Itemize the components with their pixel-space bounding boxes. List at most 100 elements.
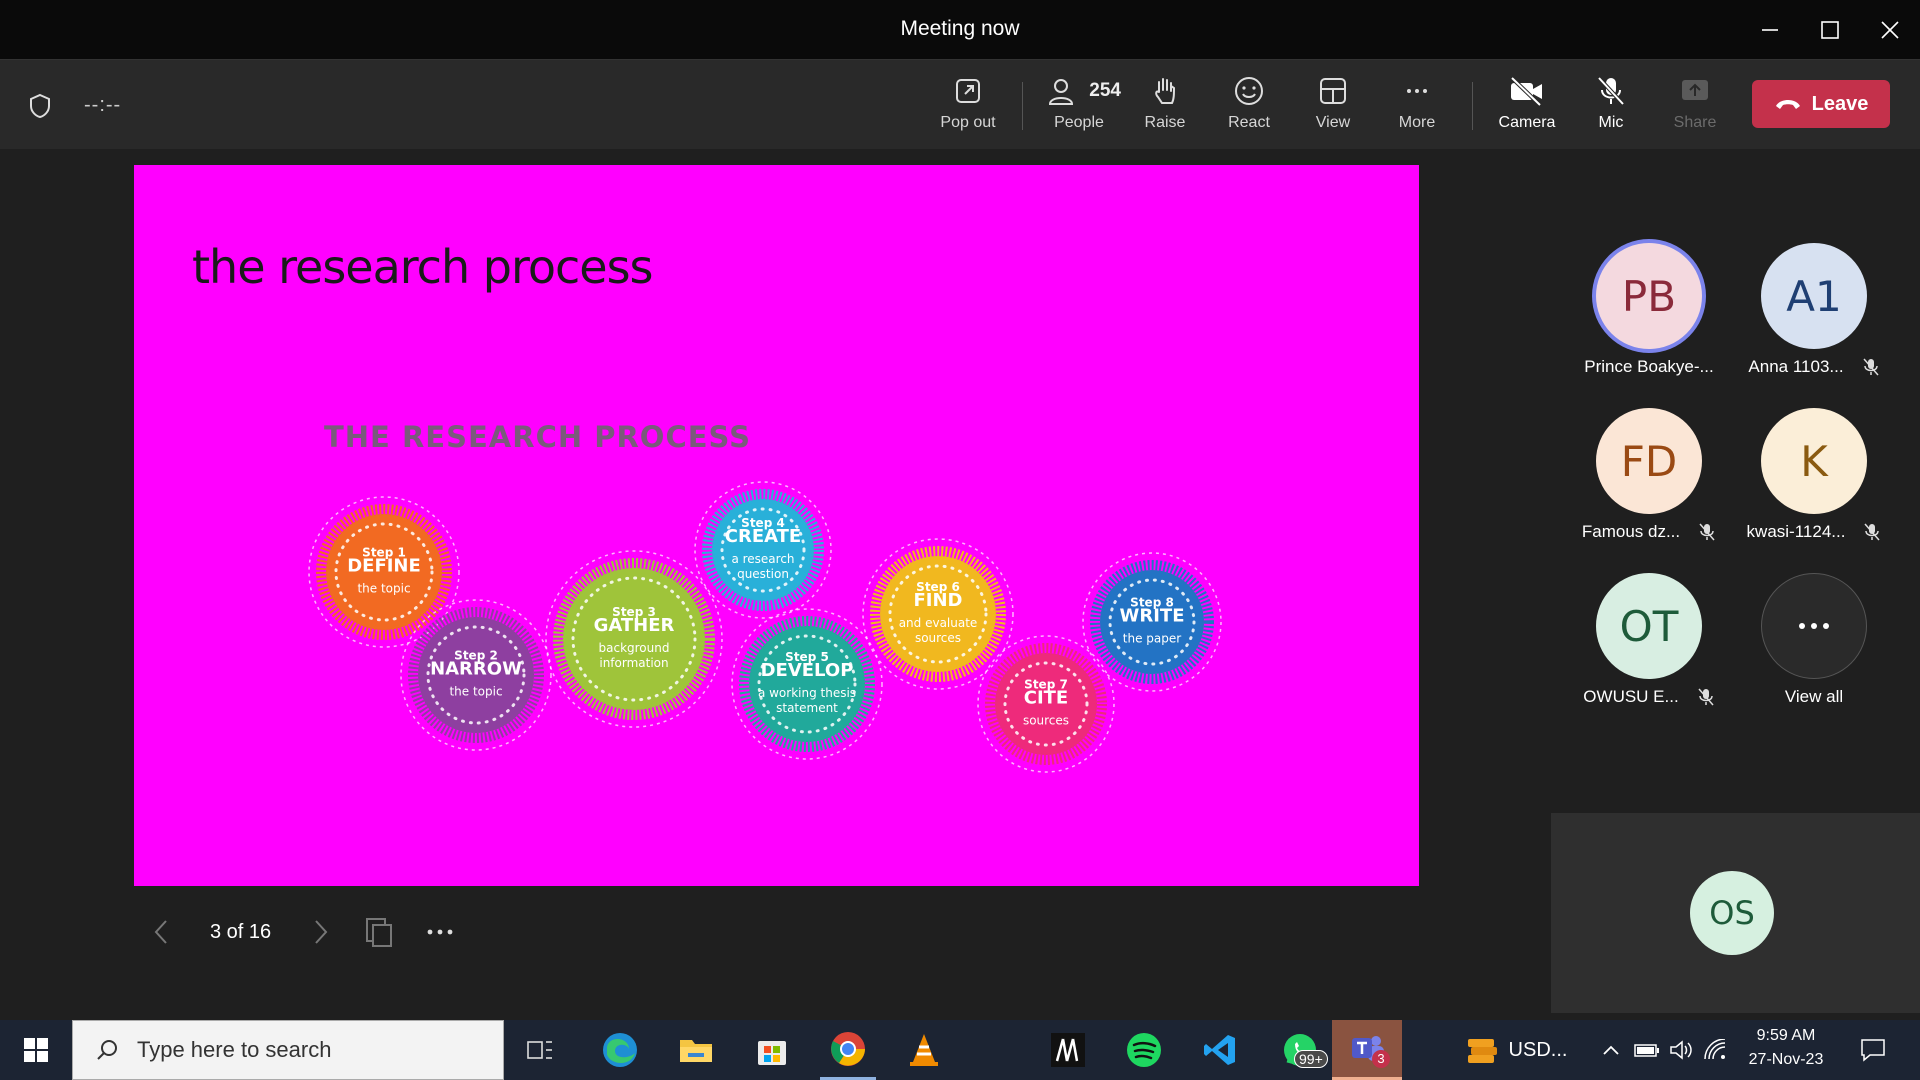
vscode-icon bbox=[1204, 1035, 1235, 1065]
hand-icon bbox=[1155, 78, 1176, 104]
step-badge: Step 7CITEsources bbox=[977, 635, 1115, 773]
maximize-button[interactable] bbox=[1800, 0, 1860, 59]
task-view-icon bbox=[527, 1041, 552, 1059]
view-all-participants-button[interactable]: View all bbox=[1734, 573, 1894, 707]
step-description: the topic bbox=[357, 582, 410, 596]
edge-app[interactable] bbox=[592, 1020, 648, 1080]
step-verb: NARROW bbox=[430, 659, 522, 680]
step-badge: Step 4CREATEa researchquestion bbox=[694, 481, 832, 619]
microsoft-store-app[interactable] bbox=[744, 1020, 800, 1080]
minimize-button[interactable] bbox=[1740, 0, 1800, 59]
step-verb: WRITE bbox=[1120, 606, 1185, 627]
step-gear-body bbox=[749, 626, 865, 742]
vscode-app[interactable] bbox=[1192, 1020, 1248, 1080]
leave-label: Leave bbox=[1811, 92, 1869, 115]
clock-time: 9:59 AM bbox=[1756, 1027, 1816, 1044]
mic-off-icon bbox=[1864, 523, 1881, 541]
mic-off-icon bbox=[1698, 688, 1714, 706]
taskbar-search-box[interactable]: Type here to search bbox=[72, 1020, 504, 1080]
slides-icon bbox=[366, 918, 392, 947]
step-description: question bbox=[737, 567, 789, 581]
next-slide-button[interactable] bbox=[308, 912, 332, 952]
m-logo-icon bbox=[1051, 1033, 1085, 1067]
participant-tile[interactable]: PB Prince Boakye-... bbox=[1569, 243, 1729, 377]
mic-button[interactable]: Mic bbox=[1569, 74, 1653, 144]
close-button[interactable] bbox=[1860, 0, 1920, 59]
whatsapp-app[interactable]: 99+ bbox=[1268, 1020, 1332, 1080]
teams-badge: 3 bbox=[1372, 1050, 1390, 1068]
notifications-button[interactable] bbox=[1848, 1020, 1898, 1080]
start-button[interactable] bbox=[0, 1020, 72, 1080]
whatsapp-badge: 99+ bbox=[1294, 1050, 1328, 1068]
window-title: Meeting now bbox=[900, 17, 1020, 40]
avatar-initials: K bbox=[1800, 436, 1828, 486]
shield-icon[interactable] bbox=[28, 93, 52, 124]
battery-indicator[interactable] bbox=[1630, 1020, 1664, 1080]
step-gear-body bbox=[563, 568, 705, 710]
participant-name: Anna 1103... bbox=[1748, 357, 1844, 376]
share-button[interactable]: Share bbox=[1653, 74, 1737, 144]
network-indicator[interactable] bbox=[1698, 1020, 1732, 1080]
show-hidden-icons-button[interactable] bbox=[1596, 1020, 1626, 1080]
participant-tile[interactable]: A1 Anna 1103... bbox=[1734, 243, 1894, 377]
teams-app[interactable]: 3 bbox=[1332, 1020, 1402, 1080]
step-badge: Step 5DEVELOPa working thesisstatement bbox=[731, 608, 883, 760]
task-view-button[interactable] bbox=[516, 1020, 564, 1080]
pop-out-label: Pop out bbox=[940, 114, 996, 131]
step-description: sources bbox=[915, 631, 961, 645]
avatar: K bbox=[1761, 408, 1867, 514]
slide-more-options-button[interactable] bbox=[424, 912, 456, 952]
avatar: PB bbox=[1596, 243, 1702, 349]
pop-out-button[interactable]: Pop out bbox=[926, 74, 1010, 144]
view-button[interactable]: View bbox=[1291, 74, 1375, 144]
people-count: 254 bbox=[1089, 80, 1121, 101]
leave-button[interactable]: Leave bbox=[1752, 80, 1890, 128]
avatar: OS bbox=[1690, 871, 1774, 955]
notification-icon bbox=[1861, 1039, 1885, 1062]
step-description: background bbox=[599, 641, 670, 655]
search-placeholder: Type here to search bbox=[137, 1037, 332, 1062]
avatar: OT bbox=[1596, 573, 1702, 679]
meeting-toolbar: --:-- Pop out 254 People Raise React Vie… bbox=[0, 59, 1920, 149]
participant-tile[interactable]: OT OWUSU E... bbox=[1569, 573, 1729, 707]
file-explorer-app[interactable] bbox=[668, 1020, 724, 1080]
step-gear-body bbox=[712, 499, 814, 601]
participant-tile[interactable]: K kwasi-1124... bbox=[1734, 408, 1894, 542]
shared-slide: the research process THE RESEARCH PROCES… bbox=[134, 165, 1419, 886]
hang-up-icon bbox=[1775, 100, 1800, 109]
ellipsis-icon bbox=[427, 929, 453, 935]
chrome-app[interactable] bbox=[820, 1020, 876, 1080]
mendeley-app[interactable] bbox=[1040, 1020, 1096, 1080]
raise-hand-button[interactable]: Raise bbox=[1123, 74, 1207, 144]
chrome-icon bbox=[831, 1031, 865, 1066]
speaker-icon bbox=[1670, 1040, 1692, 1060]
slide-thumbnails-button[interactable] bbox=[364, 912, 394, 952]
step-badge: Step 6FINDand evaluatesources bbox=[862, 538, 1014, 690]
maximize-icon bbox=[1821, 20, 1839, 39]
clock[interactable]: 9:59 AM 27-Nov-23 bbox=[1736, 1027, 1836, 1069]
search-icon bbox=[97, 1040, 117, 1060]
previous-slide-button[interactable] bbox=[150, 912, 174, 952]
research-process-diagram: Step 1DEFINEthe topicStep 2NARROWthe top… bbox=[308, 481, 1222, 773]
react-button[interactable]: React bbox=[1207, 74, 1291, 144]
self-video-tile[interactable]: OS bbox=[1551, 813, 1920, 1013]
currency-widget[interactable]: USD... bbox=[1456, 1020, 1576, 1080]
camera-button[interactable]: Camera bbox=[1485, 74, 1569, 144]
avatar-initials: OT bbox=[1619, 601, 1679, 651]
meeting-timer: --:-- bbox=[84, 94, 122, 116]
step-verb: GATHER bbox=[594, 615, 675, 636]
people-button[interactable]: 254 People bbox=[1037, 74, 1121, 144]
step-verb: FIND bbox=[914, 590, 963, 611]
clock-date: 27-Nov-23 bbox=[1748, 1051, 1824, 1068]
step-verb: CITE bbox=[1024, 688, 1068, 709]
grid-view-icon bbox=[1320, 78, 1346, 104]
spotify-icon bbox=[1127, 1033, 1161, 1067]
edge-icon bbox=[603, 1033, 637, 1067]
vlc-app[interactable] bbox=[896, 1020, 952, 1080]
more-button[interactable]: More bbox=[1375, 74, 1459, 144]
participant-tile[interactable]: FD Famous dz... bbox=[1569, 408, 1729, 542]
avatar-initials: A1 bbox=[1786, 271, 1842, 321]
volume-indicator[interactable] bbox=[1664, 1020, 1698, 1080]
spotify-app[interactable] bbox=[1116, 1020, 1172, 1080]
step-description: information bbox=[599, 656, 668, 670]
